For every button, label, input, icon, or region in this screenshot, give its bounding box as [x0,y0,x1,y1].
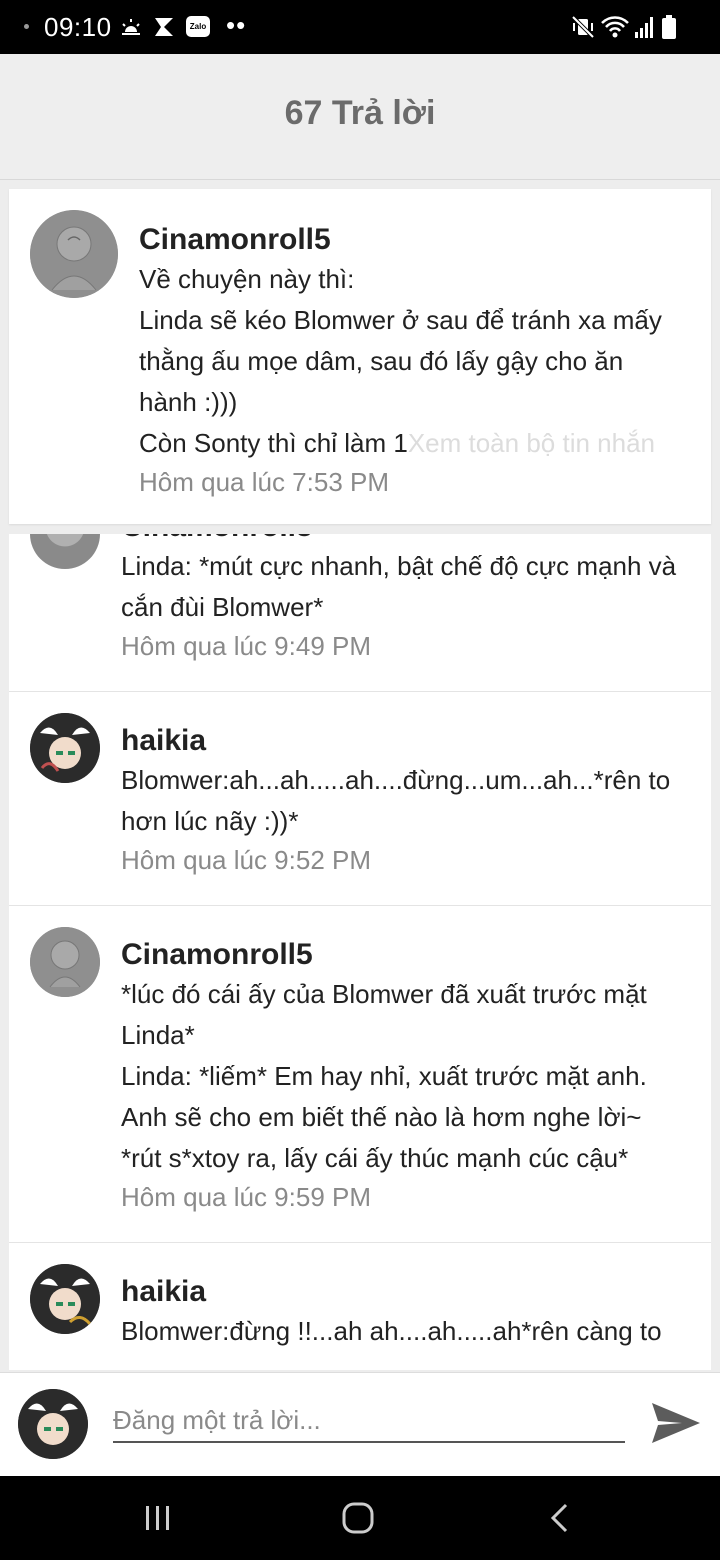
post-timestamp: Hôm qua lúc 7:53 PM [139,467,390,497]
battery-icon [662,15,676,39]
comment-timestamp: Hôm qua lúc 9:52 PM [121,845,372,875]
comment-text: *rút s*xtoy ra, lấy cái ấy thúc mạnh cúc… [121,1143,629,1173]
comment-text: *lúc đó cái ấy của Blomwer đã xuất trước… [121,979,647,1009]
post-text: Về chuyện này thì: [139,264,355,294]
navigation-arrow-icon [155,18,173,36]
signal-icon [635,17,653,38]
comment-text: Linda: *liếm* Em hay nhỉ, xuất trước mặt… [121,1061,647,1091]
vibrate-mute-icon [571,15,595,39]
back-icon[interactable] [540,1500,580,1536]
comment-text: hơn lúc nãy :))* [121,806,299,836]
list-item[interactable]: haikia Blomwer:ah...ah.....ah....đừng...… [9,692,711,906]
post-text: Còn Sonty thì chỉ làm 1 [139,428,408,458]
zalo-icon: Zalo [186,16,210,37]
avatar[interactable] [30,534,100,569]
comment-text: Blomwer:đừng !!...ah ah....ah.....ah*rên… [121,1316,662,1346]
original-post-card[interactable]: Cinamonroll5 Về chuyện này thì: Linda sẽ… [9,189,711,524]
post-text: thằng ấu mọe dâm, sau đó lấy gậy cho ăn [139,346,624,376]
avatar[interactable] [30,713,100,783]
comment-text: cắn đùi Blomwer* [121,592,324,622]
comment-author[interactable]: Cinamonroll5 [121,936,697,974]
list-item[interactable]: haikia Blomwer:đừng !!...ah ah....ah....… [9,1243,711,1370]
comment-timestamp: Hôm qua lúc 9:49 PM [121,631,372,661]
avatar[interactable] [30,927,100,997]
weather-sun-icon [122,19,140,35]
home-icon[interactable] [338,1500,378,1536]
post-author[interactable]: Cinamonroll5 [139,221,697,259]
wifi-icon [601,16,629,38]
list-item[interactable]: Cinamonroll5 *lúc đó cái ấy của Blomwer … [9,906,711,1243]
comment-author[interactable]: Cinamonroll5 [121,534,697,546]
avatar[interactable] [30,210,118,298]
comment-text: Linda* [121,1020,195,1050]
app-header: 67 Trả lời [0,54,720,180]
send-icon[interactable] [648,1397,704,1449]
comment-text: Blomwer:ah...ah.....ah....đừng...um...ah… [121,765,671,795]
post-text: Linda sẽ kéo Blomwer ở sau để tránh xa m… [139,305,662,335]
comment-author[interactable]: haikia [121,1273,697,1311]
reply-input[interactable] [113,1399,625,1443]
comment-text: Linda: *mút cực nhanh, bật chế độ cực mạ… [121,551,677,581]
reply-composer [0,1372,720,1476]
current-user-avatar[interactable] [18,1389,88,1459]
comment-timestamp: Hôm qua lúc 9:59 PM [121,1182,372,1212]
avatar[interactable] [30,1264,100,1334]
more-notifications-icon: •• [226,10,247,40]
system-nav-bar [0,1476,720,1560]
list-item[interactable]: Cinamonroll5 Linda: *mút cực nhanh, bật … [9,534,711,692]
status-time: 09:10 [44,12,112,42]
post-text: hành :))) [139,387,238,417]
comment-text: Anh sẽ cho em biết thế nào là hơm nghe l… [121,1102,642,1132]
page-title: 67 Trả lời [284,94,436,132]
post-text-truncated: Còn Sonty thì chỉ làm 1Xem toàn bộ tin n… [139,423,697,464]
see-more-link[interactable]: Xem toàn bộ tin nhắn [408,428,655,458]
recent-apps-icon[interactable] [138,1500,178,1536]
comment-list[interactable]: Cinamonroll5 Linda: *mút cực nhanh, bật … [9,534,711,1370]
comment-author[interactable]: haikia [121,722,697,760]
notification-dot-icon [24,24,29,29]
status-bar: 09:10 Zalo •• [0,0,720,54]
